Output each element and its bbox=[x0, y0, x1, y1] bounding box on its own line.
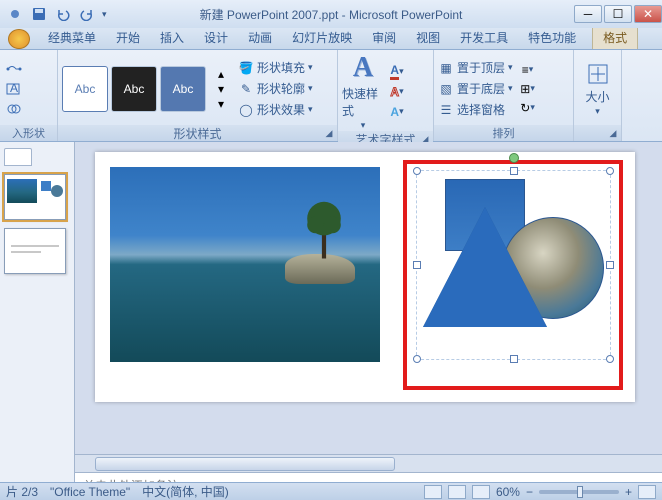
selection-pane-label: 选择窗格 bbox=[457, 101, 505, 118]
orb-placeholder bbox=[6, 5, 24, 23]
horizontal-scrollbar[interactable] bbox=[75, 454, 662, 472]
group-label-shape-style: 形状样式 bbox=[173, 125, 221, 142]
status-language[interactable]: 中文(简体, 中国) bbox=[142, 483, 229, 500]
tab-view[interactable]: 视图 bbox=[406, 26, 450, 49]
minimize-button[interactable]: ─ bbox=[574, 5, 602, 23]
status-slide-count: 片 2/3 bbox=[6, 483, 38, 500]
bucket-icon: 🪣 bbox=[238, 60, 254, 76]
shape-fill-button[interactable]: 🪣形状填充▾ bbox=[238, 58, 313, 78]
photo-tree bbox=[303, 195, 345, 259]
slide-thumb-2[interactable] bbox=[4, 174, 66, 220]
grouped-shape-triangle[interactable] bbox=[423, 207, 547, 327]
group-label-arrange: 排列 bbox=[434, 125, 573, 141]
handle-se[interactable] bbox=[606, 355, 614, 363]
send-to-back-button[interactable]: ▧置于底层▾ bbox=[438, 79, 513, 99]
handle-e[interactable] bbox=[606, 261, 614, 269]
merge-shapes-button[interactable] bbox=[4, 100, 24, 118]
group-label-insert-shape: 入形状 bbox=[0, 125, 57, 141]
rotate-handle[interactable] bbox=[509, 153, 519, 163]
view-sorter-button[interactable] bbox=[448, 485, 466, 499]
size-launcher[interactable]: ◢ bbox=[607, 127, 619, 139]
maximize-button[interactable]: ☐ bbox=[604, 5, 632, 23]
textbox-button[interactable]: A bbox=[4, 80, 24, 98]
size-icon bbox=[585, 61, 611, 87]
qat-redo[interactable] bbox=[78, 5, 96, 23]
qat-save[interactable] bbox=[30, 5, 48, 23]
align-button[interactable]: ≡▾ bbox=[518, 61, 538, 79]
effects-icon: ◯ bbox=[238, 102, 254, 118]
window-title: 新建 PowerPoint 2007.ppt - Microsoft Power… bbox=[200, 6, 463, 23]
bring-front-icon: ▦ bbox=[438, 60, 454, 76]
bring-to-front-button[interactable]: ▦置于顶层▾ bbox=[438, 58, 513, 78]
style-gallery-more[interactable]: ▾ bbox=[211, 97, 231, 111]
size-button[interactable]: 大小 ▾ bbox=[578, 61, 617, 117]
tab-format[interactable]: 格式 bbox=[592, 25, 638, 49]
pen-icon: ✎ bbox=[238, 81, 254, 97]
outline-tab[interactable] bbox=[4, 148, 32, 166]
view-normal-button[interactable] bbox=[424, 485, 442, 499]
edit-shape-button[interactable] bbox=[4, 60, 24, 78]
tab-special[interactable]: 特色功能 bbox=[518, 26, 586, 49]
text-effects-button[interactable]: A▾ bbox=[387, 103, 407, 121]
thumbnail-panel bbox=[0, 142, 75, 500]
size-label: 大小 bbox=[585, 88, 609, 105]
tab-insert[interactable]: 插入 bbox=[150, 26, 194, 49]
quick-styles-button[interactable]: A 快速样式 ▾ bbox=[342, 52, 384, 131]
selection-frame[interactable] bbox=[416, 170, 611, 360]
slide-thumb-3[interactable] bbox=[4, 228, 66, 274]
handle-ne[interactable] bbox=[606, 167, 614, 175]
fit-to-window-button[interactable] bbox=[638, 485, 656, 499]
zoom-out-button[interactable]: − bbox=[526, 485, 533, 499]
send-back-label: 置于底层 bbox=[457, 80, 505, 97]
rotate-button[interactable]: ↻▾ bbox=[518, 99, 538, 117]
tab-slideshow[interactable]: 幻灯片放映 bbox=[282, 26, 362, 49]
shape-effects-button[interactable]: ◯形状效果▾ bbox=[238, 100, 313, 120]
shape-outline-button[interactable]: ✎形状轮廓▾ bbox=[238, 79, 313, 99]
qat-undo[interactable] bbox=[54, 5, 72, 23]
shape-effects-label: 形状效果 bbox=[257, 101, 305, 118]
tab-home[interactable]: 开始 bbox=[106, 26, 150, 49]
qat-more-icon[interactable]: ▾ bbox=[102, 9, 107, 20]
shape-outline-label: 形状轮廓 bbox=[257, 80, 305, 97]
view-slideshow-button[interactable] bbox=[472, 485, 490, 499]
shape-fill-label: 形状填充 bbox=[257, 59, 305, 76]
slide bbox=[95, 152, 635, 402]
hscroll-thumb[interactable] bbox=[95, 457, 395, 471]
wordart-a-icon: A bbox=[353, 52, 373, 84]
status-zoom[interactable]: 60% bbox=[496, 485, 520, 499]
shape-style-1[interactable]: Abc bbox=[62, 66, 108, 112]
handle-n[interactable] bbox=[510, 167, 518, 175]
office-button[interactable] bbox=[8, 29, 30, 49]
text-outline-button[interactable]: A▾ bbox=[387, 83, 407, 101]
text-fill-button[interactable]: A▾ bbox=[387, 63, 407, 81]
tab-developer[interactable]: 开发工具 bbox=[450, 26, 518, 49]
handle-s[interactable] bbox=[510, 355, 518, 363]
handle-sw[interactable] bbox=[413, 355, 421, 363]
send-back-icon: ▧ bbox=[438, 81, 454, 97]
handle-w[interactable] bbox=[413, 261, 421, 269]
status-theme: "Office Theme" bbox=[50, 485, 130, 499]
selection-pane-icon: ☰ bbox=[438, 102, 454, 118]
tab-review[interactable]: 审阅 bbox=[362, 26, 406, 49]
handle-nw[interactable] bbox=[413, 167, 421, 175]
shape-style-launcher[interactable]: ◢ bbox=[323, 127, 335, 139]
zoom-in-button[interactable]: + bbox=[625, 485, 632, 499]
slide-canvas-area[interactable] bbox=[75, 142, 662, 454]
shape-style-2[interactable]: Abc bbox=[111, 66, 157, 112]
tab-animations[interactable]: 动画 bbox=[238, 26, 282, 49]
close-button[interactable]: ✕ bbox=[634, 5, 662, 23]
bring-front-label: 置于顶层 bbox=[457, 59, 505, 76]
svg-text:A: A bbox=[10, 82, 18, 95]
style-row-up[interactable]: ▴ bbox=[211, 67, 231, 81]
quick-styles-label: 快速样式 bbox=[342, 85, 384, 119]
tab-classic-menu[interactable]: 经典菜单 bbox=[38, 26, 106, 49]
zoom-slider[interactable] bbox=[539, 490, 619, 494]
inserted-photo[interactable] bbox=[110, 167, 380, 362]
group-button[interactable]: ⊞▾ bbox=[518, 80, 538, 98]
zoom-slider-thumb[interactable] bbox=[577, 486, 583, 498]
shape-style-3[interactable]: Abc bbox=[160, 66, 206, 112]
selection-pane-button[interactable]: ☰选择窗格 bbox=[438, 100, 513, 120]
style-row-down[interactable]: ▾ bbox=[211, 82, 231, 96]
tab-design[interactable]: 设计 bbox=[194, 26, 238, 49]
